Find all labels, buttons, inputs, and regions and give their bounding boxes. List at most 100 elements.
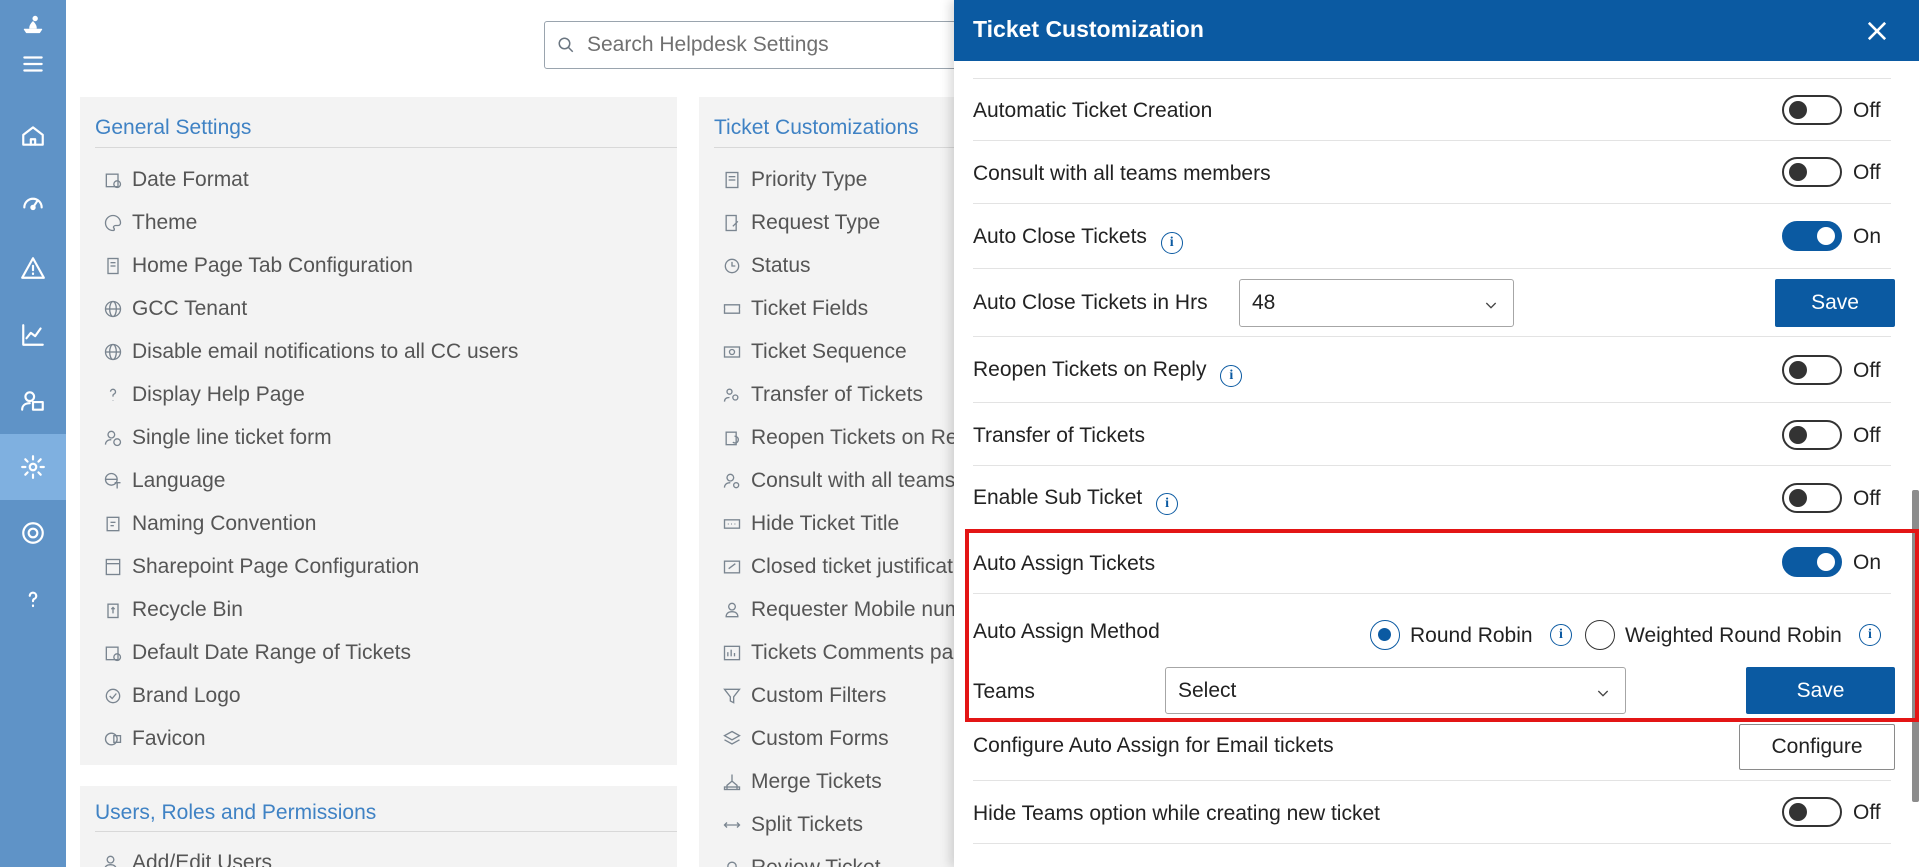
setting-item[interactable]: Naming Convention bbox=[102, 502, 518, 545]
toggle-state: On bbox=[1853, 225, 1882, 248]
sequence-icon bbox=[721, 341, 743, 363]
setting-item[interactable]: Date Format bbox=[102, 158, 518, 201]
toggle-state: Off bbox=[1853, 99, 1881, 122]
dropdown-value: 48 bbox=[1252, 291, 1276, 314]
palette-icon bbox=[102, 212, 124, 234]
info-icon[interactable]: i bbox=[1550, 624, 1572, 646]
setting-item[interactable]: Closed ticket justificati bbox=[721, 545, 969, 588]
setting-item[interactable]: Review Ticket bbox=[721, 846, 969, 867]
close-icon[interactable] bbox=[1863, 17, 1891, 45]
round-robin-radio[interactable] bbox=[1370, 620, 1400, 650]
toggle-knob bbox=[1789, 361, 1807, 379]
logo-icon[interactable] bbox=[0, 0, 66, 50]
user-form-icon bbox=[102, 427, 124, 449]
comments-icon bbox=[721, 642, 743, 664]
divider bbox=[973, 843, 1891, 844]
clock-icon bbox=[721, 255, 743, 277]
transfer-toggle[interactable] bbox=[1782, 420, 1842, 450]
automatic-ticket-creation-label: Automatic Ticket Creation bbox=[973, 99, 1213, 122]
list-icon bbox=[721, 169, 743, 191]
setting-item[interactable]: Brand Logo bbox=[102, 674, 518, 717]
help-icon[interactable] bbox=[0, 566, 66, 632]
setting-item[interactable]: Single line ticket form bbox=[102, 416, 518, 459]
analytics-icon[interactable] bbox=[0, 302, 66, 368]
dropdown-value: Select bbox=[1178, 678, 1237, 702]
home-icon[interactable] bbox=[0, 103, 66, 169]
auto-close-hrs-dropdown[interactable]: 48 bbox=[1239, 279, 1514, 327]
hide-teams-label: Hide Teams option while creating new tic… bbox=[973, 802, 1380, 825]
users-icon[interactable] bbox=[0, 368, 66, 434]
setting-item[interactable]: Consult with all teams bbox=[721, 459, 969, 502]
dashboard-icon[interactable] bbox=[0, 169, 66, 235]
save-hrs-button[interactable]: Save bbox=[1775, 279, 1895, 327]
setting-item[interactable]: Merge Tickets bbox=[721, 760, 969, 803]
document-icon bbox=[102, 255, 124, 277]
divider bbox=[714, 147, 969, 148]
configure-button[interactable]: Configure bbox=[1739, 724, 1895, 770]
setting-item[interactable]: Add/Edit Users bbox=[102, 841, 272, 867]
setting-item[interactable]: Favicon bbox=[102, 717, 518, 760]
setting-item[interactable]: Custom Filters bbox=[721, 674, 969, 717]
alert-icon[interactable] bbox=[0, 235, 66, 301]
settings-icon[interactable] bbox=[0, 434, 66, 500]
setting-item[interactable]: Status bbox=[721, 244, 969, 287]
save-teams-button[interactable]: Save bbox=[1746, 667, 1895, 714]
ticket-customizations-card: Ticket Customizations Priority Type Requ… bbox=[699, 97, 969, 867]
scrollbar-thumb[interactable] bbox=[1912, 490, 1919, 802]
info-icon[interactable]: i bbox=[1156, 493, 1179, 515]
search-input[interactable] bbox=[587, 33, 967, 57]
review-icon bbox=[721, 857, 743, 867]
setting-item[interactable]: Custom Forms bbox=[721, 717, 969, 760]
divider bbox=[973, 203, 1891, 204]
setting-item[interactable]: Ticket Sequence bbox=[721, 330, 969, 373]
badge-icon bbox=[102, 685, 124, 707]
search-bar[interactable] bbox=[544, 21, 1014, 69]
nav-rail bbox=[0, 0, 66, 867]
auto-close-toggle[interactable] bbox=[1782, 221, 1842, 251]
justification-icon bbox=[721, 556, 743, 578]
auto-assign-toggle[interactable] bbox=[1782, 547, 1842, 577]
sub-ticket-toggle[interactable] bbox=[1782, 483, 1842, 513]
setting-item[interactable]: Transfer of Tickets bbox=[721, 373, 969, 416]
support-icon[interactable] bbox=[0, 500, 66, 566]
toggle-knob bbox=[1817, 227, 1835, 245]
setting-item[interactable]: Reopen Tickets on Rep bbox=[721, 416, 969, 459]
setting-item[interactable]: Sharepoint Page Configuration bbox=[102, 545, 518, 588]
consult-icon bbox=[721, 470, 743, 492]
info-icon[interactable]: i bbox=[1160, 232, 1183, 254]
setting-item[interactable]: Language bbox=[102, 459, 518, 502]
divider bbox=[973, 465, 1891, 466]
general-settings-card: General Settings Date Format Theme Home … bbox=[80, 97, 677, 765]
weighted-round-robin-radio[interactable] bbox=[1585, 620, 1615, 650]
weighted-round-robin-label: Weighted Round Robin bbox=[1625, 624, 1842, 647]
menu-icon[interactable] bbox=[0, 44, 66, 84]
teams-dropdown[interactable]: Select bbox=[1165, 667, 1626, 714]
setting-item[interactable]: Recycle Bin bbox=[102, 588, 518, 631]
setting-item[interactable]: Display Help Page bbox=[102, 373, 518, 416]
auto-close-label: Auto Close Tickets i bbox=[973, 225, 1183, 254]
dots-icon bbox=[721, 513, 743, 535]
info-icon[interactable]: i bbox=[1220, 365, 1243, 387]
setting-item[interactable]: GCC Tenant bbox=[102, 287, 518, 330]
chevron-down-icon bbox=[1595, 683, 1611, 699]
setting-item[interactable]: Hide Ticket Title bbox=[721, 502, 969, 545]
setting-item[interactable]: Priority Type bbox=[721, 158, 969, 201]
setting-item[interactable]: Home Page Tab Configuration bbox=[102, 244, 518, 287]
setting-item[interactable]: Request Type bbox=[721, 201, 969, 244]
consult-all-teams-toggle[interactable] bbox=[1782, 157, 1842, 187]
divider bbox=[973, 336, 1891, 337]
info-icon[interactable]: i bbox=[1859, 624, 1881, 646]
setting-item[interactable]: Requester Mobile num bbox=[721, 588, 969, 631]
setting-item[interactable]: Split Tickets bbox=[721, 803, 969, 846]
reopen-on-reply-toggle[interactable] bbox=[1782, 355, 1842, 385]
question-icon bbox=[102, 384, 124, 406]
setting-item[interactable]: Tickets Comments pag bbox=[721, 631, 969, 674]
setting-item[interactable]: Disable email notifications to all CC us… bbox=[102, 330, 518, 373]
setting-item[interactable]: Theme bbox=[102, 201, 518, 244]
setting-item[interactable]: Ticket Fields bbox=[721, 287, 969, 330]
filter-icon bbox=[721, 685, 743, 707]
hide-teams-toggle[interactable] bbox=[1782, 797, 1842, 827]
card-title: Users, Roles and Permissions bbox=[95, 801, 377, 824]
setting-item[interactable]: Default Date Range of Tickets bbox=[102, 631, 518, 674]
automatic-ticket-creation-toggle[interactable] bbox=[1782, 95, 1842, 125]
